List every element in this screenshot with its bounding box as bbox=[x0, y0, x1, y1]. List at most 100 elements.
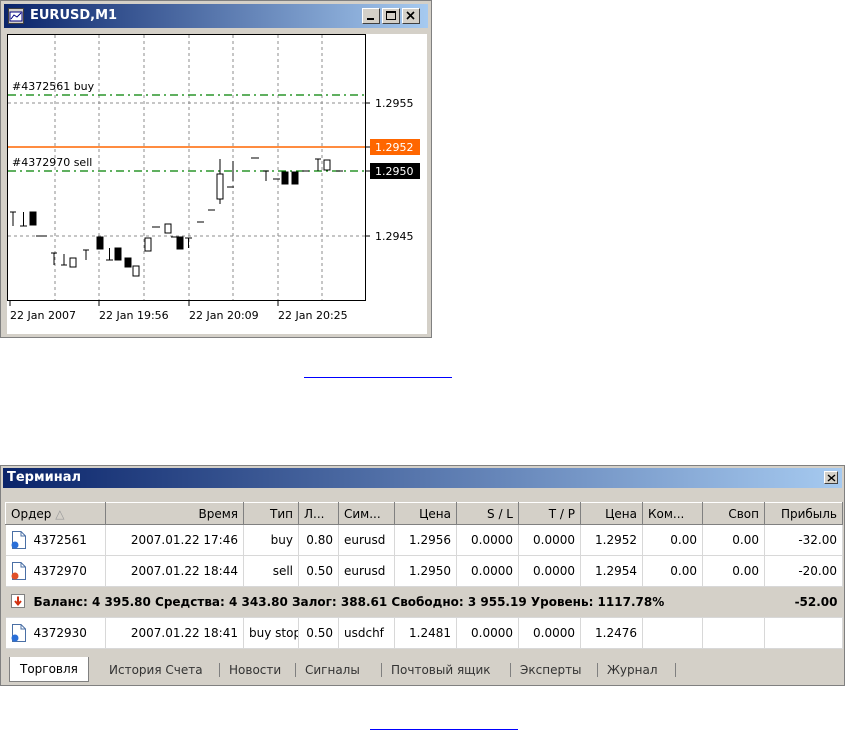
order-lots: 0.80 bbox=[298, 524, 339, 556]
candle bbox=[323, 159, 331, 171]
candle bbox=[144, 237, 152, 252]
column-header[interactable]: Прибыль bbox=[764, 502, 843, 525]
column-header[interactable]: Цена bbox=[580, 502, 643, 525]
table-row[interactable]: 4372561 2007.01.22 17:46 buy 0.80 eurusd… bbox=[5, 524, 843, 556]
price-label-1: 1.2955 bbox=[375, 97, 414, 110]
sell-price-label: 1.2950 bbox=[375, 165, 414, 178]
tab-experts[interactable]: Эксперты bbox=[520, 659, 582, 681]
sell-order-label: #4372970 sell bbox=[12, 156, 92, 169]
chart-window: EURUSD,M1 #4372561 buy #4372970 sell 1.2… bbox=[0, 0, 432, 338]
candle bbox=[124, 257, 132, 268]
order-open-price: 1.2950 bbox=[394, 555, 457, 587]
sell-order-icon bbox=[11, 562, 27, 583]
order-commission bbox=[642, 617, 703, 649]
order-profit: -32.00 bbox=[764, 524, 843, 556]
candle bbox=[69, 257, 77, 268]
candle bbox=[114, 247, 122, 261]
column-header[interactable]: Л... bbox=[298, 502, 339, 525]
order-swap: 0.00 bbox=[702, 524, 765, 556]
order-type: buy bbox=[243, 524, 299, 556]
table-row[interactable]: 4372930 2007.01.22 18:41 buy stop 0.50 u… bbox=[5, 617, 843, 649]
order-lots: 0.50 bbox=[298, 617, 339, 649]
candle bbox=[291, 171, 299, 185]
order-current-price: 1.2476 bbox=[580, 617, 643, 649]
table-row[interactable]: 4372970 2007.01.22 18:44 sell 0.50 eurus… bbox=[5, 555, 843, 587]
account-summary-row: Баланс: 4 395.80 Средства: 4 343.80 Зало… bbox=[5, 586, 843, 618]
order-type: buy stop bbox=[243, 617, 299, 649]
order-profit: -20.00 bbox=[764, 555, 843, 587]
column-header[interactable]: Цена bbox=[394, 502, 457, 525]
terminal-title: Терминал bbox=[7, 470, 82, 485]
tab-separator bbox=[219, 663, 220, 677]
order-profit bbox=[764, 617, 843, 649]
order-tp: 0.0000 bbox=[518, 555, 581, 587]
price-chart[interactable]: #4372561 buy #4372970 sell 1.2955 1.2952… bbox=[7, 34, 427, 334]
order-lots: 0.50 bbox=[298, 555, 339, 587]
orders-table: Ордер △ Время Тип Л... Сим... Цена S / L… bbox=[5, 502, 843, 649]
column-header[interactable]: Своп bbox=[702, 502, 765, 525]
total-profit: -52.00 bbox=[764, 586, 843, 618]
candle bbox=[281, 171, 289, 185]
minimize-button[interactable] bbox=[362, 8, 380, 24]
tab-separator bbox=[510, 663, 511, 677]
order-sl: 0.0000 bbox=[456, 555, 519, 587]
pending-order-icon bbox=[11, 624, 27, 645]
order-open-price: 1.2956 bbox=[394, 524, 457, 556]
time-label-3: 22 Jan 20:09 bbox=[189, 309, 259, 322]
column-header[interactable]: T / P bbox=[518, 502, 581, 525]
order-tp: 0.0000 bbox=[518, 617, 581, 649]
tab-news[interactable]: Новости bbox=[229, 659, 281, 681]
order-tp: 0.0000 bbox=[518, 524, 581, 556]
column-header[interactable]: Сим... bbox=[338, 502, 395, 525]
order-commission: 0.00 bbox=[642, 524, 703, 556]
terminal-tabs: Торговля История Счета Новости Сигналы П… bbox=[5, 657, 842, 683]
terminal-window: Терминал Ордер △ Время Тип Л... Сим... Ц… bbox=[0, 465, 845, 686]
terminal-titlebar[interactable]: Терминал bbox=[3, 468, 842, 488]
account-summary: Баланс: 4 395.80 Средства: 4 343.80 Зало… bbox=[33, 595, 665, 609]
summary-arrow-icon bbox=[10, 594, 25, 611]
order-id: 4372930 bbox=[33, 626, 87, 640]
tab-mailbox[interactable]: Почтовый ящик bbox=[391, 659, 491, 681]
column-header[interactable]: Ком... bbox=[642, 502, 703, 525]
order-time: 2007.01.22 17:46 bbox=[105, 524, 244, 556]
order-current-price: 1.2954 bbox=[580, 555, 643, 587]
order-type: sell bbox=[243, 555, 299, 587]
chart-window-title: EURUSD,M1 bbox=[30, 8, 118, 23]
candle bbox=[176, 236, 184, 250]
tab-journal[interactable]: Журнал bbox=[607, 659, 658, 681]
tab-account-history[interactable]: История Счета bbox=[109, 659, 203, 681]
price-label-4: 1.2945 bbox=[375, 230, 414, 243]
divider-line bbox=[304, 377, 452, 378]
order-swap: 0.00 bbox=[702, 555, 765, 587]
column-header[interactable]: Тип bbox=[243, 502, 299, 525]
table-header: Ордер △ Время Тип Л... Сим... Цена S / L… bbox=[5, 502, 843, 525]
buy-order-label: #4372561 buy bbox=[12, 80, 95, 93]
terminal-close-button[interactable] bbox=[824, 471, 838, 484]
order-sl: 0.0000 bbox=[456, 617, 519, 649]
tab-separator bbox=[675, 663, 676, 677]
column-header[interactable]: Время bbox=[105, 502, 244, 525]
order-time: 2007.01.22 18:44 bbox=[105, 555, 244, 587]
candle bbox=[96, 236, 104, 250]
order-commission: 0.00 bbox=[642, 555, 703, 587]
tab-trade[interactable]: Торговля bbox=[9, 657, 89, 682]
chart-titlebar[interactable]: EURUSD,M1 bbox=[4, 4, 428, 28]
bid-price-label: 1.2952 bbox=[375, 141, 414, 154]
column-header-order[interactable]: Ордер △ bbox=[5, 502, 106, 525]
tab-separator bbox=[597, 663, 598, 677]
order-open-price: 1.2481 bbox=[394, 617, 457, 649]
order-swap bbox=[702, 617, 765, 649]
close-button[interactable] bbox=[402, 8, 420, 24]
tab-signals[interactable]: Сигналы bbox=[305, 659, 360, 681]
order-time: 2007.01.22 18:41 bbox=[105, 617, 244, 649]
tab-separator bbox=[381, 663, 382, 677]
column-header[interactable]: S / L bbox=[456, 502, 519, 525]
order-symbol: eurusd bbox=[338, 555, 395, 587]
sort-asc-icon: △ bbox=[55, 506, 65, 521]
order-symbol: eurusd bbox=[338, 524, 395, 556]
buy-order-icon bbox=[11, 531, 27, 552]
chart-app-icon bbox=[8, 8, 24, 24]
candle bbox=[216, 173, 224, 200]
maximize-button[interactable] bbox=[382, 8, 400, 24]
candle bbox=[29, 211, 37, 226]
